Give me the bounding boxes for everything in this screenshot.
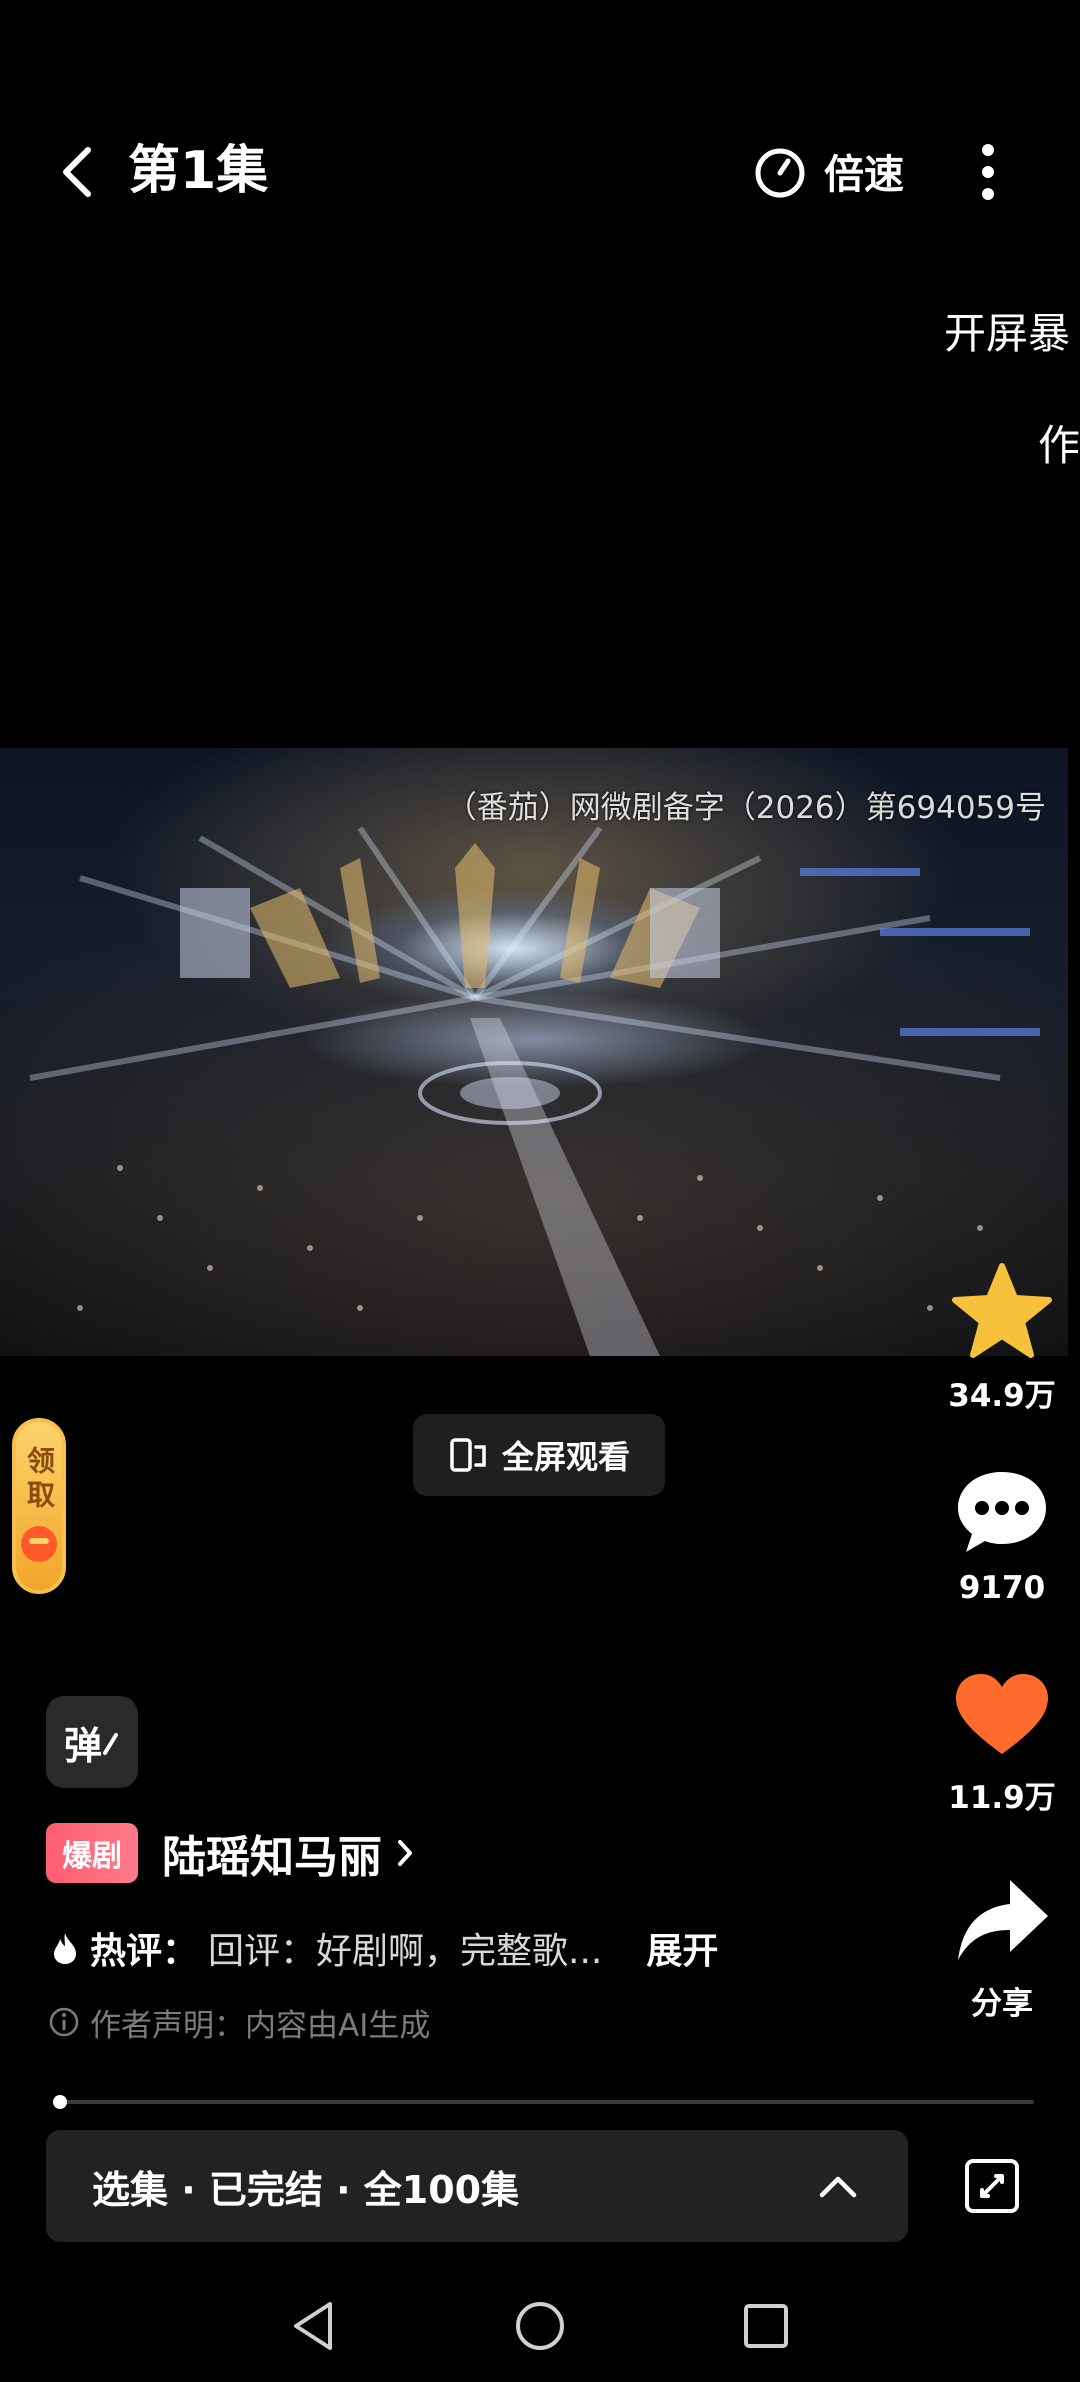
marquee-text-2: 作	[1038, 421, 1080, 470]
drama-badge: 爆剧	[46, 1823, 138, 1883]
nav-home-circle-icon	[516, 2302, 564, 2350]
hot-comment-label: 热评：	[90, 1931, 199, 1972]
screen-rotate-icon	[965, 2159, 1019, 2213]
chevron-up-icon	[819, 2176, 857, 2198]
more-vertical-icon	[982, 144, 994, 200]
danmaku-slash-icon	[103, 1733, 118, 1755]
episode-title: 第1集	[128, 141, 269, 201]
nav-back-button[interactable]	[284, 2296, 344, 2356]
share-arrow-icon	[958, 1880, 1048, 1960]
flame-icon	[54, 1933, 76, 1964]
info-icon	[49, 2007, 79, 2037]
stage-scene	[29, 826, 1040, 1356]
expand-button[interactable]: 展开	[646, 1922, 718, 1974]
fullscreen-label: 全屏观看	[501, 1438, 630, 1476]
star-icon	[952, 1263, 1052, 1358]
heart-icon	[956, 1674, 1048, 1754]
nav-back-triangle-icon	[294, 2302, 332, 2350]
nav-recents-square-icon	[744, 2304, 788, 2348]
favorite-button[interactable]: 34.9万	[927, 1262, 1077, 1415]
back-button[interactable]	[48, 140, 112, 204]
video-player[interactable]: （番茄）网微剧备字（2026）第694059号	[0, 748, 1068, 1356]
playback-progress-bar[interactable]	[52, 2095, 1034, 2109]
fullscreen-rotate-icon	[450, 1438, 486, 1472]
timer-icon	[755, 148, 805, 198]
nav-home-button[interactable]	[510, 2296, 570, 2356]
back-arrow-icon	[63, 147, 91, 197]
hot-comment-row[interactable]: 热评： 回评：好剧啊，完整歌... 展开	[50, 1918, 718, 1978]
danmaku-toggle-button[interactable]: 弹	[46, 1696, 138, 1788]
episode-selector[interactable]: 选集 · 已完结 · 全100集	[46, 2130, 908, 2242]
playback-speed-button[interactable]: 倍速	[752, 138, 904, 204]
fullscreen-button[interactable]: 全屏观看	[413, 1414, 665, 1496]
episode-selector-label: 选集 · 已完结 · 全100集	[92, 2167, 520, 2212]
red-envelope-icon	[21, 1526, 57, 1562]
like-button[interactable]: 11.9万	[927, 1670, 1077, 1817]
comment-bubble-icon	[958, 1472, 1046, 1552]
chevron-right-icon	[398, 1840, 412, 1866]
favorite-count: 34.9万	[948, 1378, 1056, 1414]
comment-button[interactable]: 9170	[927, 1466, 1077, 1606]
share-button[interactable]: 分享	[927, 1874, 1077, 2023]
license-text: （番茄）网微剧备字（2026）第694059号	[445, 790, 1046, 826]
share-label: 分享	[971, 1986, 1033, 2022]
reward-label: 领取	[23, 1446, 56, 1514]
hot-comment-text: 回评：好剧啊，完整歌...	[208, 1931, 603, 1972]
drama-title-link[interactable]: 陆瑶知马丽	[162, 1823, 416, 1883]
comment-count: 9170	[958, 1570, 1046, 1606]
rotate-screen-button[interactable]	[962, 2156, 1022, 2216]
marquee-text-1: 开屏暴	[944, 309, 1071, 358]
nav-recents-button[interactable]	[736, 2296, 796, 2356]
like-count: 11.9万	[948, 1780, 1056, 1816]
speed-label: 倍速	[824, 152, 904, 198]
more-button[interactable]	[960, 140, 1016, 204]
drama-name: 陆瑶知马丽	[162, 1832, 382, 1883]
danmaku-label: 弹	[63, 1723, 102, 1768]
disclaimer-text: 作者声明：内容由AI生成	[90, 2007, 431, 2044]
progress-thumb[interactable]	[52, 2095, 67, 2109]
reward-pill[interactable]: 领取	[12, 1418, 66, 1594]
ai-disclaimer: 作者声明：内容由AI生成	[48, 1998, 430, 2046]
